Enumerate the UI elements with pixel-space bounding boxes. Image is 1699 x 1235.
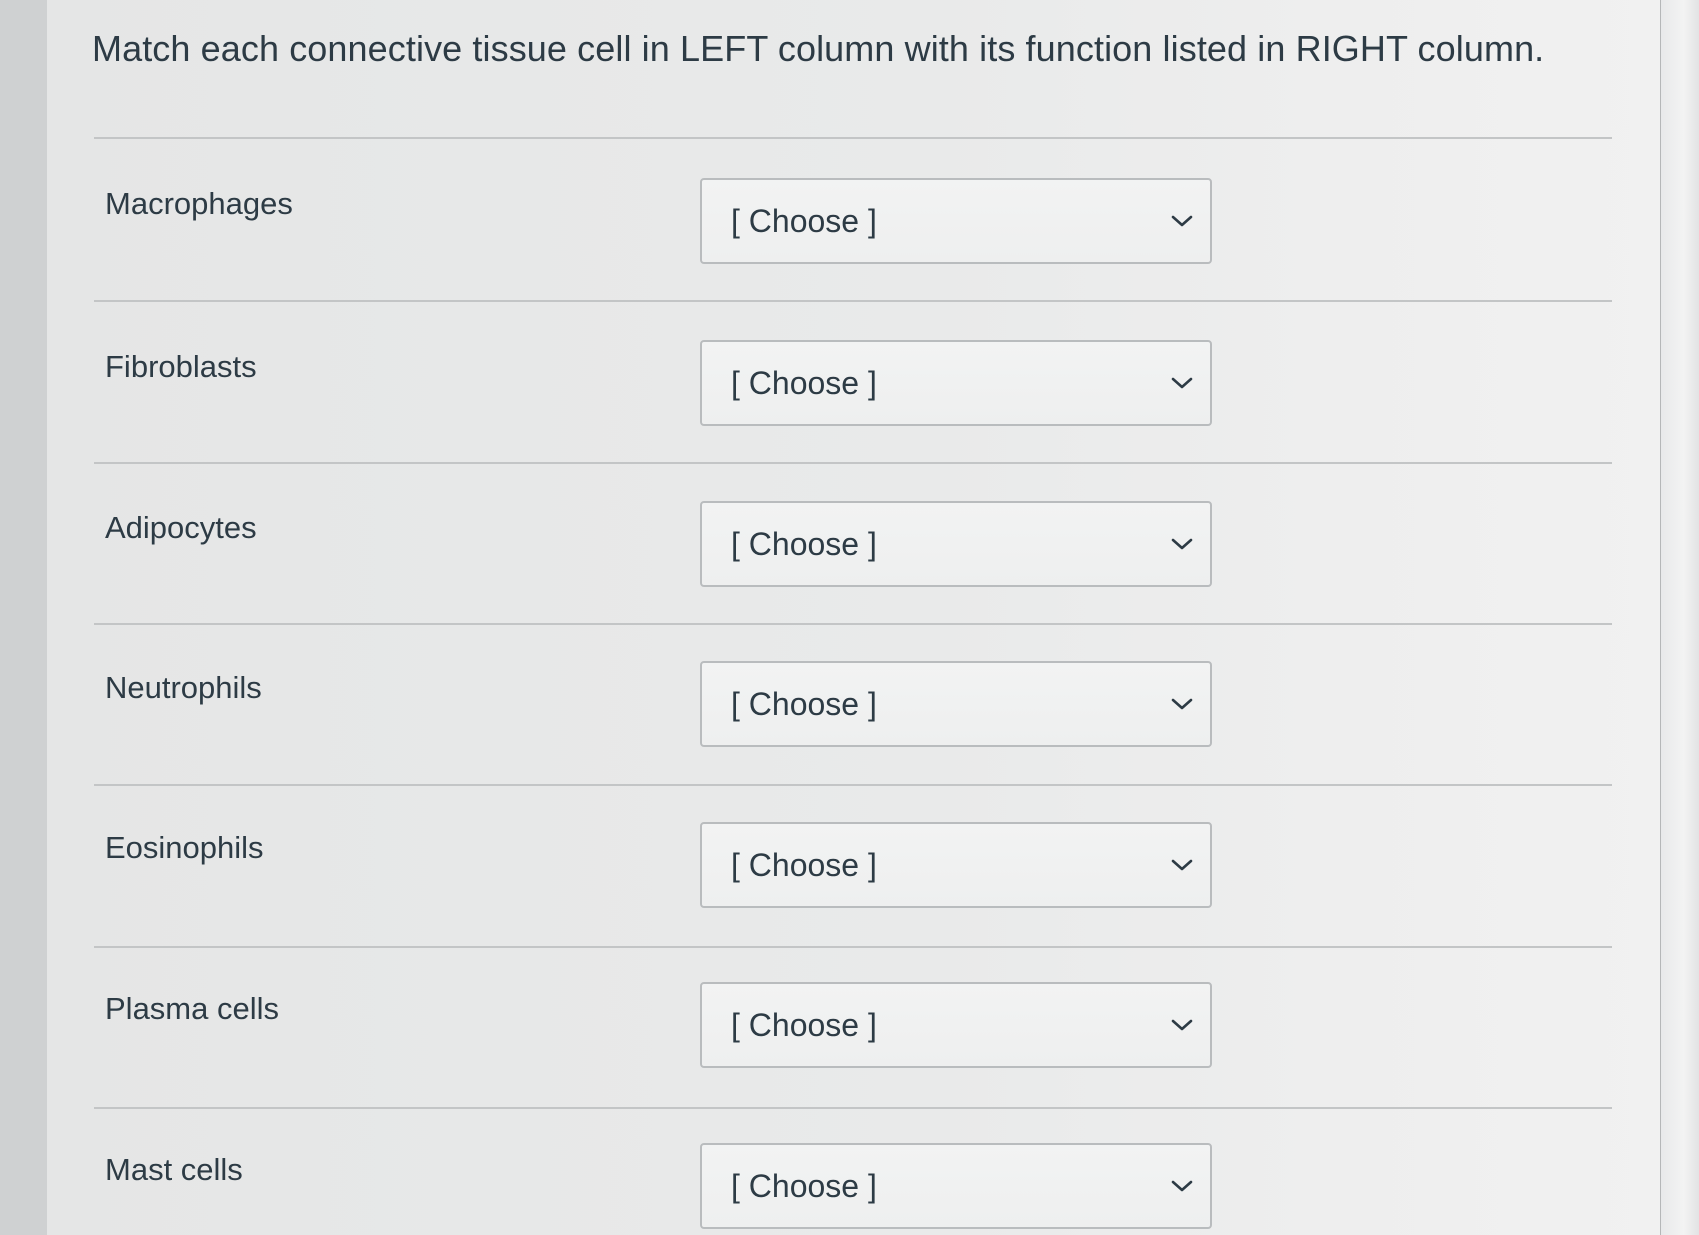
answer-select-fibroblasts[interactable]: [ Choose ]	[700, 340, 1212, 426]
divider	[94, 623, 1612, 625]
answer-select-macrophages[interactable]: [ Choose ]	[700, 178, 1212, 264]
row-label-neutrophils: Neutrophils	[105, 670, 262, 705]
divider	[94, 137, 1612, 139]
answer-select-adipocytes[interactable]: [ Choose ]	[700, 501, 1212, 587]
row-label-plasma-cells: Plasma cells	[105, 991, 279, 1026]
select-value: [ Choose ]	[731, 1006, 877, 1043]
select-value: [ Choose ]	[731, 1167, 877, 1204]
row-label-eosinophils: Eosinophils	[105, 830, 264, 865]
row-label-mast-cells: Mast cells	[105, 1152, 243, 1187]
answer-select-eosinophils[interactable]: [ Choose ]	[700, 822, 1212, 908]
divider	[94, 946, 1612, 948]
row-label-adipocytes: Adipocytes	[105, 510, 257, 545]
divider	[94, 1107, 1612, 1109]
chevron-down-icon	[1171, 859, 1193, 871]
answer-select-plasma-cells[interactable]: [ Choose ]	[700, 982, 1212, 1068]
select-value: [ Choose ]	[731, 846, 877, 883]
select-value: [ Choose ]	[731, 525, 877, 562]
answer-select-neutrophils[interactable]: [ Choose ]	[700, 661, 1212, 747]
chevron-down-icon	[1171, 1180, 1193, 1192]
row-label-macrophages: Macrophages	[105, 186, 293, 221]
chevron-down-icon	[1171, 1019, 1193, 1031]
divider	[94, 462, 1612, 464]
select-value: [ Choose ]	[731, 202, 877, 239]
row-label-fibroblasts: Fibroblasts	[105, 349, 257, 384]
answer-select-mast-cells[interactable]: [ Choose ]	[700, 1143, 1212, 1229]
divider	[94, 300, 1612, 302]
chevron-down-icon	[1171, 538, 1193, 550]
chevron-down-icon	[1171, 698, 1193, 710]
window-edge-right	[1661, 0, 1699, 1235]
window-edge-left	[0, 0, 48, 1235]
divider	[94, 784, 1612, 786]
chevron-down-icon	[1171, 377, 1193, 389]
select-value: [ Choose ]	[731, 685, 877, 722]
question-prompt: Match each connective tissue cell in LEF…	[92, 28, 1545, 69]
chevron-down-icon	[1171, 215, 1193, 227]
select-value: [ Choose ]	[731, 364, 877, 401]
